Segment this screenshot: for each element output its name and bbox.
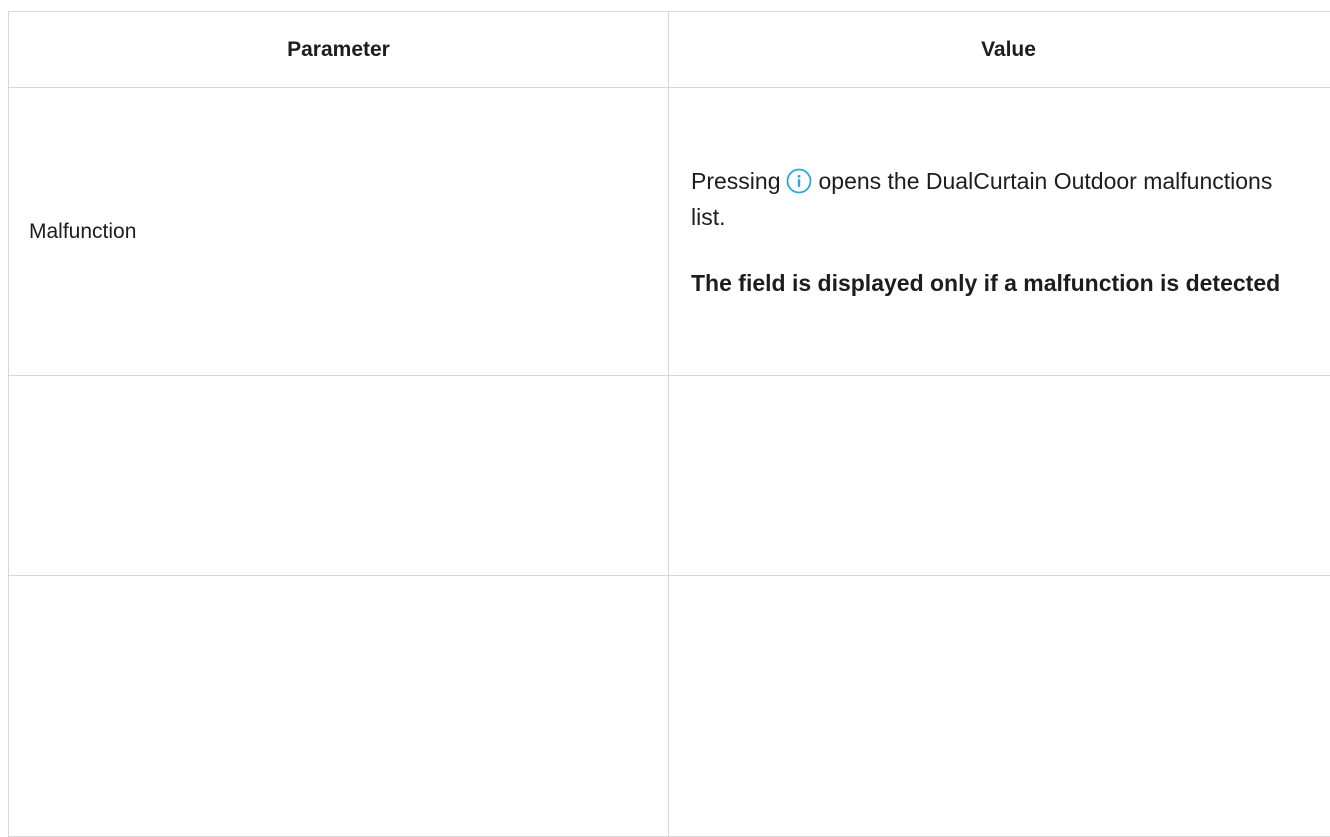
table-row: Malfunction Pressingopens the DualCurtai… [9,88,1330,376]
parameter-cell: Malfunction [9,88,669,376]
info-icon [786,168,812,194]
table-row [9,576,1330,837]
header-value: Value [669,12,1330,88]
table-header-row: Parameter Value [9,12,1330,88]
header-parameter: Parameter [9,12,669,88]
parameter-cell [9,576,669,837]
parameters-table: Parameter Value Malfunction Pressingopen… [8,11,1330,837]
value-text-before-icon: Pressing [691,168,780,194]
value-cell: Pressingopens the DualCurtain Outdoor ma… [669,88,1330,376]
value-description: Pressingopens the DualCurtain Outdoor ma… [691,163,1308,235]
value-cell [669,576,1330,837]
parameter-cell [9,376,669,576]
table-row [9,376,1330,576]
value-note: The field is displayed only if a malfunc… [691,265,1308,301]
value-cell [669,376,1330,576]
